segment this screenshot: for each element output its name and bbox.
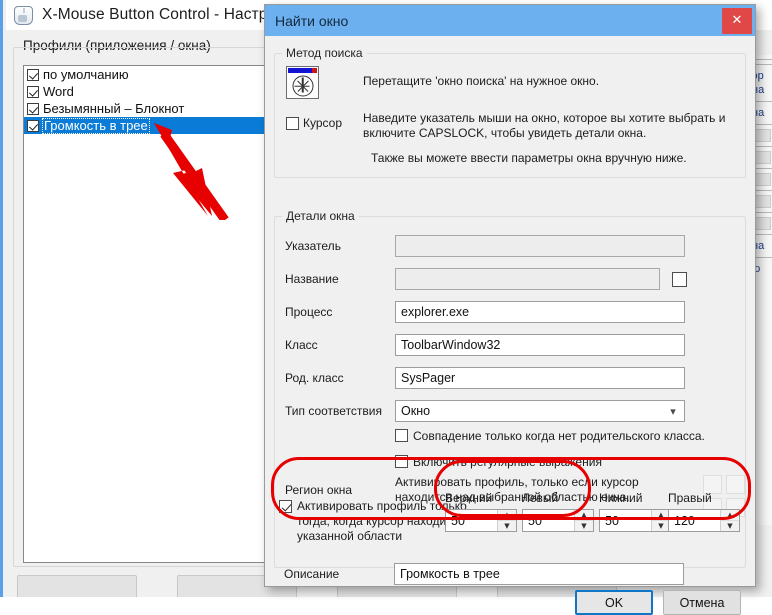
- top-spinner[interactable]: 50 ▲ ▼: [445, 509, 517, 532]
- regex-label: Включить регулярные выражения: [413, 455, 602, 469]
- icon-crosshair-diagonal: [289, 73, 316, 100]
- regex-checkbox[interactable]: [395, 455, 408, 468]
- cursor-checkbox-label: Курсор: [303, 116, 343, 130]
- bottom-spinner-label: Нижний: [599, 491, 643, 505]
- title-field-row: Название: [285, 268, 735, 290]
- ok-button[interactable]: OK: [575, 590, 653, 615]
- process-field-row: Процесс explorer.exe: [285, 301, 735, 323]
- search-method-label: Метод поиска: [282, 46, 367, 60]
- left-spinner[interactable]: 50 ▲ ▼: [522, 509, 594, 532]
- profile-checkbox[interactable]: [27, 119, 39, 132]
- right-spinner-value[interactable]: 120: [669, 510, 720, 531]
- no-parent-label: Совпадение только когда нет родительског…: [413, 429, 705, 443]
- title-label: Название: [285, 272, 339, 286]
- left-spinner-value[interactable]: 50: [523, 510, 574, 531]
- chevron-down-icon: ▾: [670, 405, 676, 418]
- match-type-label: Тип соответствия: [285, 404, 383, 418]
- close-icon[interactable]: ✕: [722, 7, 752, 34]
- window-target-icon[interactable]: [286, 66, 319, 99]
- class-input[interactable]: ToolbarWindow32: [395, 334, 685, 356]
- cancel-button[interactable]: Отмена: [663, 590, 741, 615]
- bottom-spinner-group: Нижний 50 ▲ ▼: [599, 491, 671, 532]
- description-label: Описание: [284, 567, 340, 581]
- top-spinner-value[interactable]: 50: [446, 510, 497, 531]
- parent-class-field-row: Род. класс SysPager: [285, 367, 735, 389]
- match-type-select[interactable]: Окно ▾: [395, 400, 685, 422]
- top-spinner-label: Верхний: [445, 491, 493, 505]
- no-parent-checkbox[interactable]: [395, 429, 408, 442]
- profile-checkbox[interactable]: [27, 102, 39, 115]
- left-spinner-group: Левый 50 ▲ ▼: [522, 491, 594, 532]
- process-label: Процесс: [285, 305, 333, 319]
- cursor-instruction-text: Наведите указатель мыши на окно, которое…: [363, 111, 726, 140]
- cursor-checkbox-row[interactable]: Курсор: [286, 116, 342, 130]
- process-input[interactable]: explorer.exe: [395, 301, 685, 323]
- parent-class-label: Род. класс: [285, 371, 344, 385]
- handle-field-row: Указатель: [285, 235, 735, 257]
- dialog-footer: OK Отмена: [575, 590, 741, 615]
- parent-class-input[interactable]: SysPager: [395, 367, 685, 389]
- manual-instruction-text: Также вы можете ввести параметры окна вр…: [371, 151, 687, 165]
- find-window-dialog: Найти окно ✕ Метод поиска Перетащите 'ок…: [264, 4, 756, 615]
- no-parent-option-row[interactable]: Совпадение только когда нет родительског…: [395, 429, 705, 443]
- left-spinner-buttons[interactable]: ▲ ▼: [574, 510, 593, 531]
- profile-checkbox[interactable]: [27, 68, 39, 81]
- mouse-icon: [14, 5, 33, 25]
- left-spinner-label: Левый: [522, 491, 559, 505]
- profile-label: Word: [43, 83, 74, 99]
- spinner-up-icon[interactable]: ▲: [721, 510, 739, 521]
- top-spinner-group: Верхний 50 ▲ ▼: [445, 491, 517, 532]
- icon-close-dot: [312, 68, 317, 73]
- spinner-down-icon[interactable]: ▼: [721, 521, 739, 531]
- bottom-spinner-value[interactable]: 50: [600, 510, 651, 531]
- activate-region-checkbox[interactable]: [279, 500, 292, 513]
- profile-checkbox[interactable]: [27, 85, 39, 98]
- profile-label: Безымянный – Блокнот: [43, 100, 185, 116]
- dialog-body: Метод поиска Перетащите 'окно поиска' на…: [265, 36, 755, 615]
- top-spinner-buttons[interactable]: ▲ ▼: [497, 510, 516, 531]
- window-region-label: Регион окна: [285, 483, 353, 497]
- main-window-button[interactable]: [17, 575, 137, 597]
- spinner-up-icon[interactable]: ▲: [498, 510, 516, 521]
- description-input[interactable]: Громкость в трее: [394, 563, 684, 585]
- description-row: Описание Громкость в трее: [284, 563, 684, 585]
- right-spinner-buttons[interactable]: ▲ ▼: [720, 510, 739, 531]
- match-type-row: Тип соответствия Окно ▾: [285, 400, 735, 422]
- title-match-checkbox[interactable]: [672, 271, 687, 287]
- right-spinner-group: Правый 120 ▲ ▼: [668, 491, 740, 532]
- right-spinner-label: Правый: [668, 491, 712, 505]
- main-window-title: X-Mouse Button Control - Настрой: [42, 6, 285, 23]
- regex-option-row[interactable]: Включить регулярные выражения: [395, 455, 602, 469]
- spinner-down-icon[interactable]: ▼: [498, 521, 516, 531]
- handle-label: Указатель: [285, 239, 341, 253]
- handle-input[interactable]: [395, 235, 685, 257]
- right-spinner[interactable]: 120 ▲ ▼: [668, 509, 740, 532]
- bottom-spinner[interactable]: 50 ▲ ▼: [599, 509, 671, 532]
- dialog-titlebar: Найти окно ✕: [265, 5, 755, 36]
- spinner-down-icon[interactable]: ▼: [575, 521, 593, 531]
- title-input[interactable]: [395, 268, 660, 290]
- window-details-label: Детали окна: [282, 209, 359, 223]
- dialog-title: Найти окно: [275, 12, 349, 29]
- search-method-group: Метод поиска Перетащите 'окно поиска' на…: [274, 46, 746, 178]
- profile-label: Громкость в трее: [42, 117, 150, 134]
- match-type-value: Окно: [401, 404, 431, 418]
- class-label: Класс: [285, 338, 318, 352]
- profile-label: по умолчанию: [43, 66, 129, 82]
- spinner-up-icon[interactable]: ▲: [575, 510, 593, 521]
- cursor-checkbox[interactable]: [286, 116, 299, 130]
- drag-instruction-text: Перетащите 'окно поиска' на нужное окно.: [363, 74, 600, 88]
- class-field-row: Класс ToolbarWindow32: [285, 334, 735, 356]
